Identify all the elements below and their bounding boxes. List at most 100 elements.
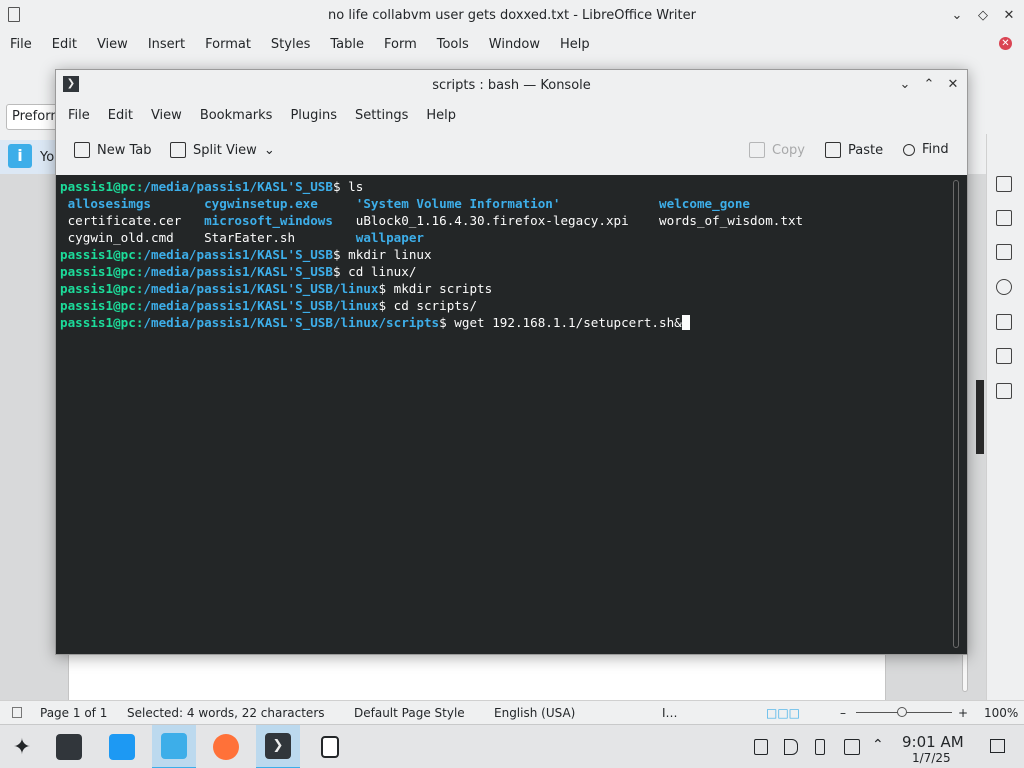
status-language[interactable]: English (USA)	[494, 706, 575, 720]
konsole-icon: ❯	[265, 733, 291, 759]
lo-menu-edit[interactable]: Edit	[42, 37, 87, 52]
prompt-command: ls	[348, 179, 364, 194]
info-icon: i	[8, 144, 32, 168]
battery-icon[interactable]	[815, 739, 825, 755]
maximize-icon[interactable]: ⌃	[921, 74, 937, 94]
discover-store-icon	[109, 734, 135, 760]
lo-menu-help[interactable]: Help	[550, 37, 600, 52]
lo-menu-styles[interactable]: Styles	[261, 37, 320, 52]
firefox-icon	[213, 734, 239, 760]
konsole-titlebar[interactable]: ❯ scripts : bash — Konsole ⌄ ⌃ ✕	[56, 70, 967, 100]
status-selection: Selected: 4 words, 22 characters	[127, 706, 325, 720]
close-icon[interactable]: ✕	[945, 74, 961, 94]
clock-time[interactable]: 9:01 AM	[902, 733, 964, 751]
prompt-command: cd linux/	[348, 264, 417, 279]
libreoffice-titlebar[interactable]: no life collabvm user gets doxxed.txt - …	[0, 0, 1024, 30]
show-desktop-icon[interactable]	[990, 739, 1005, 753]
taskbar-dolphin[interactable]	[152, 725, 196, 768]
taskbar-konsole[interactable]: ❯	[256, 725, 300, 768]
paste-button[interactable]: Paste	[825, 142, 883, 158]
status-zoom[interactable]: 100%	[984, 706, 1018, 720]
chevron-down-icon[interactable]: ⌄	[264, 143, 275, 158]
clock-date[interactable]: 1/7/25	[912, 751, 951, 765]
network-icon[interactable]	[844, 739, 860, 755]
minimize-icon[interactable]: ⌄	[950, 5, 964, 25]
lo-menu-file[interactable]: File	[0, 37, 42, 52]
k-menu-settings[interactable]: Settings	[346, 108, 417, 123]
maximize-icon[interactable]: ◇	[976, 5, 990, 25]
prompt-path: /media/passis1/KASL'S_USB	[143, 179, 333, 194]
k-menu-edit[interactable]: Edit	[99, 108, 142, 123]
prompt-path: /media/passis1/KASL'S_USB/linux/scripts	[143, 315, 440, 330]
konsole-toolbar: New Tab Split View ⌄ Copy Paste Find	[56, 132, 967, 172]
listing-file: certificate.cer	[67, 213, 182, 228]
status-page-style[interactable]: Default Page Style	[354, 706, 465, 720]
prompt-user: passis1@pc	[60, 281, 136, 296]
close-icon[interactable]: ✕	[1002, 5, 1016, 25]
zoom-slider-knob[interactable]	[897, 707, 907, 717]
properties-icon[interactable]	[996, 176, 1012, 192]
lo-menu-format[interactable]: Format	[195, 37, 261, 52]
split-view-button[interactable]: Split View ⌄	[170, 142, 275, 158]
k-menu-help[interactable]: Help	[417, 108, 465, 123]
copy-label: Copy	[772, 142, 805, 158]
gallery-icon[interactable]	[996, 244, 1012, 260]
manage-changes-icon[interactable]	[996, 348, 1012, 364]
design-icon[interactable]	[996, 383, 1012, 399]
libreoffice-window-title: no life collabvm user gets doxxed.txt - …	[328, 7, 696, 23]
chevron-up-icon[interactable]: ⌃	[872, 737, 884, 753]
status-page[interactable]: Page 1 of 1	[40, 706, 107, 720]
lo-menu-form[interactable]: Form	[374, 37, 427, 52]
volume-muted-icon[interactable]	[784, 739, 798, 755]
k-menu-view[interactable]: View	[142, 108, 191, 123]
lo-menu-window[interactable]: Window	[479, 37, 550, 52]
close-document-icon[interactable]: ✕	[999, 37, 1012, 50]
prompt-user: passis1@pc	[60, 247, 136, 262]
konsole-app-icon: ❯	[63, 76, 79, 92]
new-tab-icon	[74, 142, 90, 158]
lo-menu-table[interactable]: Table	[320, 37, 374, 52]
konsole-window-title: scripts : bash — Konsole	[432, 77, 591, 93]
libreoffice-writer-icon	[8, 7, 20, 22]
sidebar-collapse-handle[interactable]	[976, 380, 984, 454]
k-menu-bookmarks[interactable]: Bookmarks	[191, 108, 282, 123]
lo-menu-view[interactable]: View	[87, 37, 138, 52]
zoom-in-icon[interactable]: +	[958, 706, 968, 720]
view-layout-icon[interactable]: □□□	[766, 706, 800, 720]
styles-icon[interactable]	[996, 210, 1012, 226]
clipboard-icon[interactable]	[754, 739, 768, 755]
paragraph-style-box[interactable]: Preformatted Text	[6, 104, 62, 130]
navigator-icon[interactable]	[996, 279, 1012, 295]
k-menu-plugins[interactable]: Plugins	[281, 108, 346, 123]
page-icon[interactable]	[996, 314, 1012, 330]
taskbar-firefox[interactable]	[204, 725, 248, 768]
lo-menu-tools[interactable]: Tools	[427, 37, 479, 52]
split-view-icon	[170, 142, 186, 158]
taskbar-discover[interactable]	[100, 725, 144, 768]
taskbar-settings[interactable]	[47, 725, 91, 768]
application-launcher-icon: ✦	[12, 734, 32, 760]
listing-file: uBlock0_1.16.4.30.firefox-legacy.xpi	[355, 213, 629, 228]
minimize-icon[interactable]: ⌄	[897, 74, 913, 94]
taskbar-libreoffice[interactable]	[308, 725, 352, 768]
konsole-window: ❯ scripts : bash — Konsole ⌄ ⌃ ✕ File Ed…	[55, 69, 968, 757]
terminal-output: passis1@pc:/media/passis1/KASL'S_USB$ ls…	[60, 178, 803, 331]
prompt-command: cd scripts/	[393, 298, 478, 313]
new-tab-label: New Tab	[97, 142, 152, 158]
libreoffice-writer-icon	[321, 736, 339, 758]
lo-menu-insert[interactable]: Insert	[138, 37, 195, 52]
zoom-out-icon[interactable]: –	[840, 706, 846, 720]
application-launcher-button[interactable]: ✦	[0, 725, 44, 768]
k-menu-file[interactable]: File	[59, 108, 99, 123]
listing-file: StarEater.sh	[204, 230, 296, 245]
listing-directory: microsoft_windows	[204, 213, 333, 228]
copy-button[interactable]: Copy	[749, 142, 805, 158]
find-button[interactable]: Find	[903, 142, 949, 157]
terminal-listing-line: certificate.cer microsoft_windows uBlock…	[60, 212, 804, 229]
insert-mode-icon[interactable]: I…	[662, 706, 678, 720]
terminal-scrollbar[interactable]	[953, 180, 959, 648]
terminal-view[interactable]: passis1@pc:/media/passis1/KASL'S_USB$ ls…	[56, 175, 967, 757]
new-tab-button[interactable]: New Tab	[74, 142, 152, 158]
desktop: no life collabvm user gets doxxed.txt - …	[0, 0, 1024, 768]
listing-directory: 'System Volume Information'	[355, 196, 561, 211]
